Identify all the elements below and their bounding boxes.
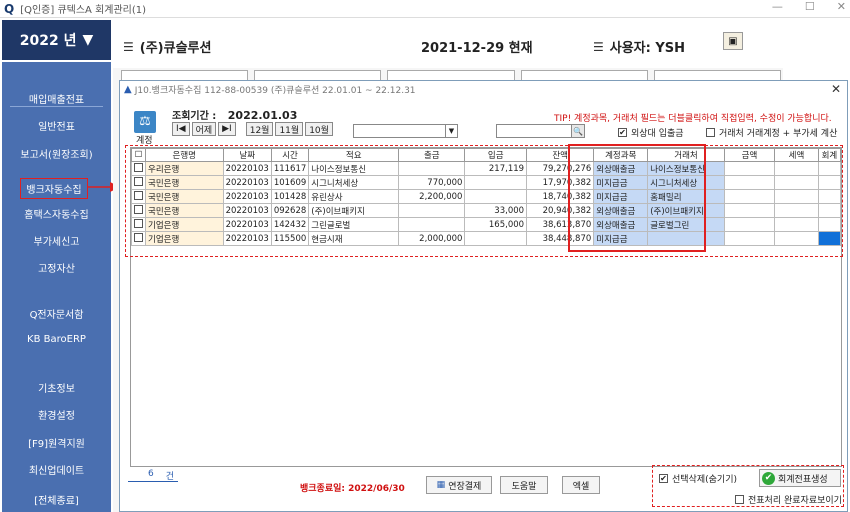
main-titlebar: Q [Q인증] 큐텍스A 회계관리(1) — ☐ ✕ [0, 0, 850, 18]
sidebar-item-remote-support[interactable]: [F9]원격지원 [2, 435, 111, 450]
option-vat[interactable]: 거래처 거래계정 + 부가세 계산 [706, 126, 837, 139]
row-count: 6 건 [128, 469, 178, 482]
close-icon[interactable]: ✕ [831, 82, 841, 96]
month-11-button[interactable]: 11월 [275, 122, 304, 136]
extend-payment-label: 연장결제 [448, 481, 482, 492]
sidebar-item-e-documents[interactable]: Q전자문서함 [2, 306, 111, 321]
sidebar-item-vat-report[interactable]: 부가세신고 [2, 233, 111, 248]
user-info[interactable]: ☰ 사용자: YSH [593, 37, 686, 57]
search-input[interactable] [496, 124, 574, 138]
yesterday-button[interactable]: 어제 [191, 122, 217, 136]
year-label: 2022 년 [19, 33, 77, 49]
month-12-button[interactable]: 12월 [245, 122, 274, 136]
excel-button[interactable]: 엑셀 [562, 476, 600, 494]
search-icon[interactable]: 🔍 [571, 124, 585, 138]
sidebar-item-sales-purchase[interactable]: 매입매출전표 [2, 91, 111, 106]
option-show-done[interactable]: 전표처리 완료자료보이기 [735, 493, 842, 506]
warning-icon: ▲ [124, 83, 132, 95]
generate-voucher-label: 회계전표생성 [778, 474, 828, 485]
sidebar-item-settings[interactable]: 환경설정 [2, 407, 111, 422]
maximize-icon[interactable]: ☐ [805, 0, 815, 13]
query-period: 조회기간 : 2022.01.03 [172, 107, 297, 122]
option-foreign[interactable]: ✔ 외상대 입출금 [618, 126, 684, 139]
sidebar-item-general-voucher[interactable]: 일반전표 [2, 118, 111, 133]
dialog-title: J10.뱅크자동수집 112-88-00539 (주)큐슬루션 22.01.01… [134, 85, 416, 96]
sidebar-item-update[interactable]: 최신업데이트 [2, 462, 111, 477]
header-bar: ☰ (주)큐슬루션 2021-12-29 현재 ☰ 사용자: YSH ▣ [113, 20, 783, 68]
window-title: [Q인증] 큐텍스A 회계관리(1) [20, 5, 147, 16]
bank-collect-dialog: ▲ J10.뱅크자동수집 112-88-00539 (주)큐슬루션 22.01.… [119, 80, 848, 512]
month-10-button[interactable]: 10월 [305, 122, 333, 136]
scale-icon[interactable]: ⚖ [134, 111, 156, 133]
checkbox-show-done[interactable] [735, 495, 744, 504]
sidebar-item-kb-baroerp[interactable]: KB BaroERP [2, 334, 111, 345]
sidebar-item-reports[interactable]: 보고서(원장조회) [2, 146, 111, 161]
tip-text: TIP! 계정과목, 거래처 필드는 더블클릭하여 직접입력, 수정이 가능합니… [554, 114, 832, 124]
divider [128, 481, 178, 482]
year-selector[interactable]: 2022 년 ▼ [2, 20, 111, 60]
sidebar: 매입매출전표 일반전표 보고서(원장조회) 뱅크자동수집 홈택스자동수집 부가세… [2, 62, 111, 512]
sidebar-item-fixed-assets[interactable]: 고정자산 [2, 260, 111, 275]
period-value: 2022.01.03 [227, 109, 298, 122]
filter-combo[interactable]: ▼ [353, 124, 458, 138]
first-button[interactable]: I◀ [172, 122, 190, 136]
sidebar-item-exit[interactable]: [전체종료] [2, 492, 111, 507]
option-foreign-label: 외상대 입출금 [631, 129, 684, 139]
minimize-icon[interactable]: — [772, 0, 783, 13]
help-button[interactable]: 도움말 [500, 476, 548, 494]
sidebar-item-bank-collect[interactable]: 뱅크자동수집 [20, 178, 88, 199]
company-info[interactable]: ☰ (주)큐슬루션 [123, 37, 212, 57]
sidebar-item-hometax-collect[interactable]: 홈택스자동수집 [2, 206, 111, 221]
app-logo-icon: Q [4, 1, 15, 16]
current-date: 2021-12-29 현재 [421, 41, 533, 56]
sidebar-item-basic-info[interactable]: 기초정보 [2, 380, 111, 395]
chevron-down-icon: ▼ [445, 125, 457, 137]
option-show-done-label: 전표처리 완료자료보이기 [748, 496, 842, 506]
document-icon: ▦ [436, 480, 446, 490]
extend-payment-button[interactable]: ▦ 연장결제 [426, 476, 492, 494]
generate-voucher-button[interactable]: ✔ 회계전표생성 [759, 469, 841, 487]
calendar-icon[interactable]: ▣ [723, 32, 743, 50]
checkbox-foreign[interactable]: ✔ [618, 128, 627, 137]
bank-end-date: 뱅크종료일: 2022/06/30 [300, 484, 405, 494]
company-name: (주)큐슬루션 [139, 41, 212, 56]
dialog-titlebar: ▲ J10.뱅크자동수집 112-88-00539 (주)큐슬루션 22.01.… [120, 81, 847, 97]
window-controls: — ☐ ✕ [772, 0, 846, 13]
last-button[interactable]: ▶I [218, 122, 236, 136]
option-vat-label: 거래처 거래계정 + 부가세 계산 [719, 129, 838, 139]
bottom-actions: ✔ 선택삭제(숨기기) ✔ 회계전표생성 전표처리 완료자료보이기 [652, 465, 844, 507]
option-hide-label: 선택삭제(숨기기) [672, 475, 737, 485]
period-label: 조회기간 : [172, 111, 217, 122]
checkbox-vat[interactable] [706, 128, 715, 137]
date-nav: I◀ 어제 ▶I 12월 11월 10월 [172, 122, 333, 136]
user-name: 사용자: YSH [609, 41, 686, 56]
list-icon: ☰ [123, 39, 134, 54]
sidebar-divider [10, 106, 103, 107]
check-circle-icon: ✔ [762, 471, 775, 485]
close-icon[interactable]: ✕ [837, 0, 846, 13]
checkbox-hide-selected[interactable]: ✔ [659, 474, 668, 483]
option-hide-selected[interactable]: ✔ 선택삭제(숨기기) [659, 472, 737, 485]
grid-highlight-dashed [125, 145, 843, 257]
chevron-down-icon: ▼ [82, 32, 94, 48]
list-icon: ☰ [593, 39, 604, 54]
